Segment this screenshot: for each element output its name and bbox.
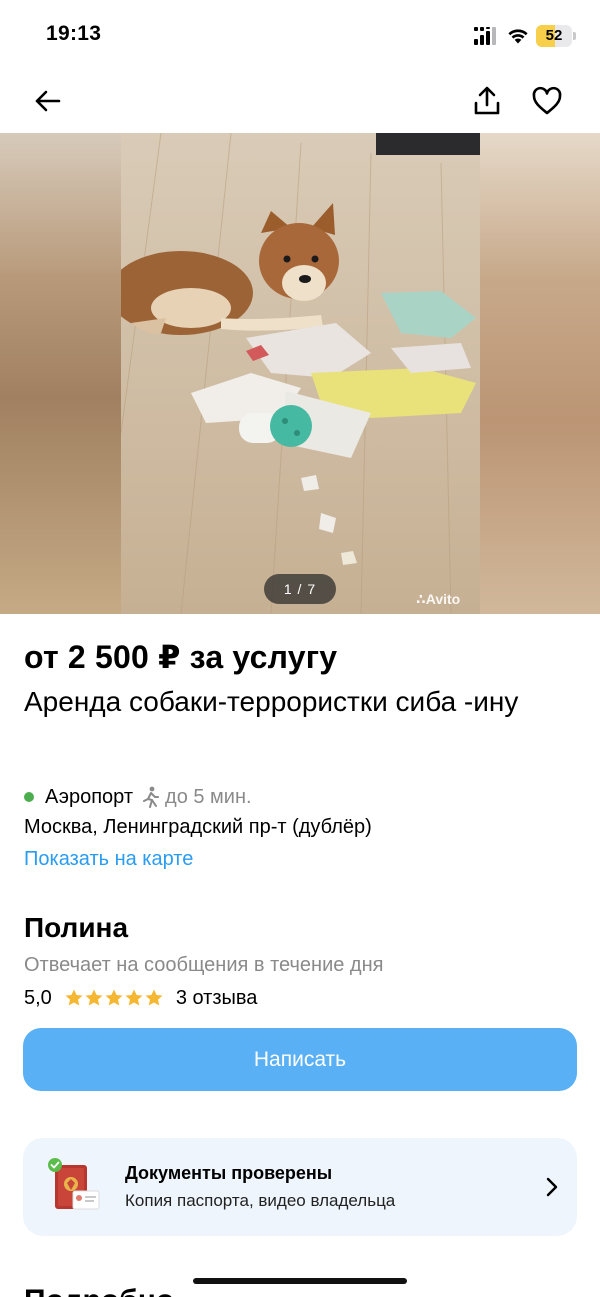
passport-verified-icon bbox=[48, 1158, 100, 1210]
navigation-bar bbox=[0, 70, 600, 132]
star-icon bbox=[105, 989, 123, 1006]
metro-line-dot bbox=[24, 792, 34, 802]
battery-icon: 52 bbox=[536, 25, 576, 47]
documents-verified-card[interactable]: Документы проверены Копия паспорта, виде… bbox=[23, 1138, 577, 1236]
documents-verified-subtitle: Копия паспорта, видео владельца bbox=[125, 1191, 396, 1210]
listing-title: Аренда собаки-террористки сиба -ину bbox=[24, 686, 519, 717]
next-section-heading: Подробно bbox=[24, 1284, 174, 1297]
show-on-map-link[interactable]: Показать на карте bbox=[24, 848, 193, 871]
home-indicator[interactable] bbox=[193, 1278, 407, 1284]
gallery-page-indicator: 1 / 7 bbox=[264, 574, 336, 604]
metro-info: Аэропорт до 5 мин. bbox=[24, 784, 252, 810]
back-button[interactable] bbox=[30, 84, 64, 118]
listing-photo[interactable] bbox=[121, 133, 480, 614]
photo-gallery[interactable]: 1 / 7 ∴Avito bbox=[0, 133, 600, 614]
reviews-count[interactable]: 3 отзыва bbox=[176, 987, 258, 1010]
watermark-text: Avito bbox=[425, 591, 461, 607]
gallery-blur-right bbox=[480, 133, 600, 614]
battery-level: 52 bbox=[545, 27, 563, 44]
address: Москва, Ленинградский пр-т (дублёр) bbox=[24, 816, 372, 838]
star-icon bbox=[125, 989, 143, 1006]
heart-outline-icon bbox=[532, 86, 562, 115]
share-button[interactable] bbox=[470, 84, 504, 118]
metro-station: Аэропорт bbox=[45, 785, 134, 808]
write-message-button[interactable]: Написать bbox=[23, 1028, 577, 1091]
listing-price: от 2 500 ₽ за услугу bbox=[24, 639, 338, 675]
rating-stars bbox=[64, 988, 164, 1008]
chevron-right-icon bbox=[546, 1177, 558, 1197]
rating-value: 5,0 bbox=[24, 986, 52, 1009]
gallery-blur-left bbox=[0, 133, 121, 614]
status-time: 19:13 bbox=[46, 22, 102, 45]
cellular-signal-icon bbox=[474, 27, 496, 45]
wifi-icon bbox=[508, 29, 528, 44]
status-bar: 19:13 52 bbox=[0, 0, 600, 70]
star-icon bbox=[85, 989, 103, 1006]
star-icon bbox=[145, 989, 163, 1006]
walk-time: до 5 мин. bbox=[165, 785, 252, 808]
star-icon bbox=[65, 989, 83, 1006]
share-icon bbox=[474, 86, 500, 115]
seller-name[interactable]: Полина bbox=[24, 912, 128, 944]
walking-person-icon bbox=[143, 786, 160, 808]
avito-watermark: ∴Avito bbox=[416, 591, 461, 607]
seller-reply-time: Отвечает на сообщения в течение дня bbox=[24, 954, 384, 976]
arrow-left-icon bbox=[35, 90, 61, 112]
seller-rating[interactable]: 5,0 3 отзыва bbox=[24, 985, 257, 1011]
favorite-button[interactable] bbox=[530, 84, 564, 118]
documents-verified-title: Документы проверены bbox=[125, 1163, 333, 1183]
